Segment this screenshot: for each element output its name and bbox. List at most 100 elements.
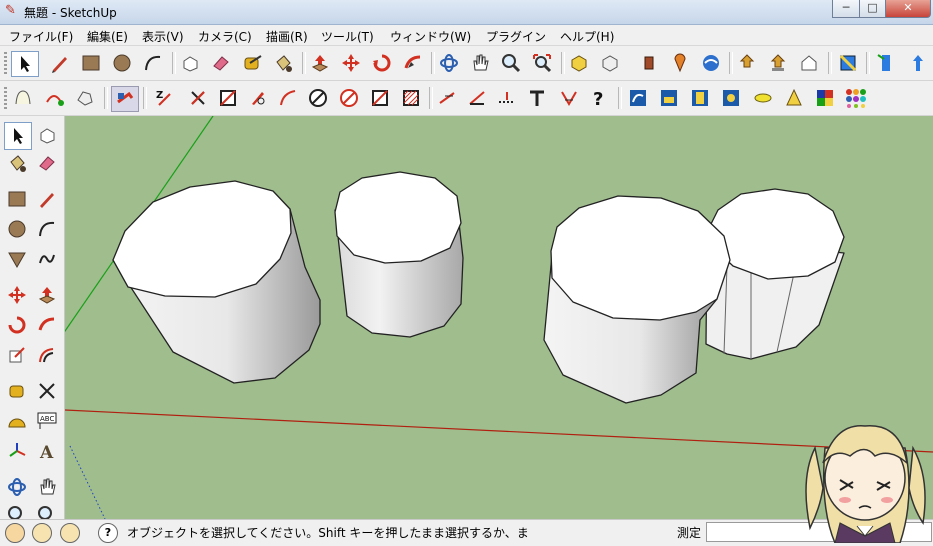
cylinder-2[interactable] — [334, 171, 464, 338]
orbit-icon[interactable] — [436, 51, 462, 75]
protractor-icon[interactable] — [4, 408, 30, 434]
axis-icon[interactable] — [905, 51, 931, 75]
minimize-button[interactable]: ─ — [832, 0, 860, 18]
move-icon[interactable] — [338, 51, 364, 75]
circle-icon[interactable] — [109, 51, 135, 75]
rotate-icon[interactable] — [369, 51, 395, 75]
scene-4-icon[interactable] — [718, 86, 744, 110]
dots-icon[interactable] — [843, 86, 869, 110]
dynamic-component-icon[interactable] — [873, 51, 899, 75]
menu-window[interactable]: ウィンドウ(W) — [390, 28, 471, 45]
follow-me-icon[interactable] — [400, 51, 426, 75]
curve-tool-icon[interactable] — [275, 86, 301, 110]
warehouse-icon[interactable] — [796, 51, 822, 75]
menu-plugins[interactable]: プラグイン — [486, 28, 546, 45]
circle-icon[interactable] — [4, 216, 30, 242]
offset-icon[interactable] — [34, 342, 60, 368]
rectangle-icon[interactable] — [4, 186, 30, 212]
add-location-icon[interactable] — [667, 51, 693, 75]
axes-icon[interactable] — [4, 438, 30, 464]
cross-face-icon[interactable] — [367, 86, 393, 110]
pencil-icon[interactable] — [47, 51, 73, 75]
sandbox-from-contours-icon[interactable] — [10, 86, 36, 110]
rotate-icon[interactable] — [4, 312, 30, 338]
toolbar-grip[interactable] — [4, 52, 7, 74]
color-grid-icon[interactable] — [812, 86, 838, 110]
component-icon[interactable] — [636, 51, 662, 75]
toolbar-grip[interactable] — [4, 87, 7, 109]
maximize-button[interactable]: □ — [859, 0, 886, 18]
eraser-icon[interactable] — [34, 150, 60, 176]
pan-icon[interactable] — [34, 474, 60, 500]
paint-bucket-icon[interactable] — [4, 150, 30, 176]
polygon-icon[interactable] — [4, 246, 30, 272]
circle-slash-red-icon[interactable] — [336, 86, 362, 110]
pan-icon[interactable] — [467, 51, 493, 75]
face-tool-icon[interactable] — [215, 86, 241, 110]
share-model-icon[interactable] — [597, 51, 623, 75]
scene-3-icon[interactable] — [687, 86, 713, 110]
sandbox-smoove-icon[interactable] — [72, 86, 98, 110]
push-pull-icon[interactable] — [307, 51, 333, 75]
push-pull-icon[interactable] — [34, 282, 60, 308]
menu-tools[interactable]: ツール(T) — [321, 28, 374, 45]
user-icon[interactable] — [60, 523, 80, 543]
freehand-icon[interactable] — [34, 246, 60, 272]
help-icon[interactable]: ? — [98, 523, 118, 543]
help-icon[interactable]: ? — [586, 86, 612, 110]
menu-camera[interactable]: カメラ(C) — [198, 28, 252, 45]
cylinder-1[interactable] — [112, 180, 321, 384]
orbit-icon[interactable] — [4, 474, 30, 500]
text-icon[interactable]: ABC — [34, 408, 60, 434]
zoom-icon[interactable] — [498, 51, 524, 75]
paint-bucket-icon[interactable] — [270, 51, 296, 75]
menu-view[interactable]: 表示(V) — [142, 28, 184, 45]
credits-icon[interactable] — [32, 523, 52, 543]
follow-me-icon[interactable] — [34, 312, 60, 338]
select-icon[interactable] — [11, 51, 39, 77]
arc-icon[interactable] — [34, 216, 60, 242]
sandbox-from-scratch-icon[interactable] — [41, 86, 67, 110]
eraser-icon[interactable] — [208, 51, 234, 75]
scale-icon[interactable] — [4, 342, 30, 368]
make-component-icon[interactable] — [177, 51, 203, 75]
get-photo-texture-icon[interactable] — [734, 51, 760, 75]
angle-icon[interactable] — [556, 86, 582, 110]
tape-measure-icon[interactable] — [239, 51, 265, 75]
get-models-icon[interactable] — [566, 51, 592, 75]
select-icon[interactable] — [4, 122, 32, 150]
3d-text-icon[interactable]: A — [34, 438, 60, 464]
dimension-icon[interactable] — [34, 378, 60, 404]
sandbox-stamp-icon[interactable] — [111, 86, 139, 112]
edge-tool-icon[interactable] — [434, 86, 460, 110]
cylinder-3[interactable] — [543, 195, 731, 404]
geo-location-icon[interactable] — [5, 523, 25, 543]
menu-draw[interactable]: 描画(R) — [266, 28, 308, 45]
line-tool-icon[interactable] — [185, 86, 211, 110]
menu-help[interactable]: ヘルプ(H) — [560, 28, 614, 45]
slope-icon[interactable] — [464, 86, 490, 110]
cone-icon[interactable] — [781, 86, 807, 110]
cylinder-4[interactable] — [705, 188, 845, 360]
rectangle-icon[interactable] — [78, 51, 104, 75]
text-tool-icon[interactable] — [524, 86, 550, 110]
scene-1-icon[interactable] — [625, 86, 651, 110]
section-plane-icon[interactable] — [835, 51, 861, 75]
zorro-icon[interactable]: Z — [150, 86, 176, 110]
upload-icon[interactable] — [765, 51, 791, 75]
zoom-extents-icon[interactable] — [529, 51, 555, 75]
circle-slash-icon[interactable] — [305, 86, 331, 110]
arc-icon[interactable] — [140, 51, 166, 75]
tape-measure-icon[interactable] — [4, 378, 30, 404]
make-component-icon[interactable] — [34, 122, 60, 148]
hatch-face-icon[interactable] — [398, 86, 424, 110]
move-icon[interactable] — [4, 282, 30, 308]
dotted-line-icon[interactable] — [494, 86, 520, 110]
scene-2-icon[interactable] — [656, 86, 682, 110]
knife-tool-icon[interactable] — [245, 86, 271, 110]
close-button[interactable]: ✕ — [885, 0, 931, 18]
ellipse-icon[interactable] — [750, 86, 776, 110]
menu-file[interactable]: ファイル(F) — [9, 28, 73, 45]
pencil-icon[interactable] — [34, 186, 60, 212]
menu-edit[interactable]: 編集(E) — [87, 28, 128, 45]
